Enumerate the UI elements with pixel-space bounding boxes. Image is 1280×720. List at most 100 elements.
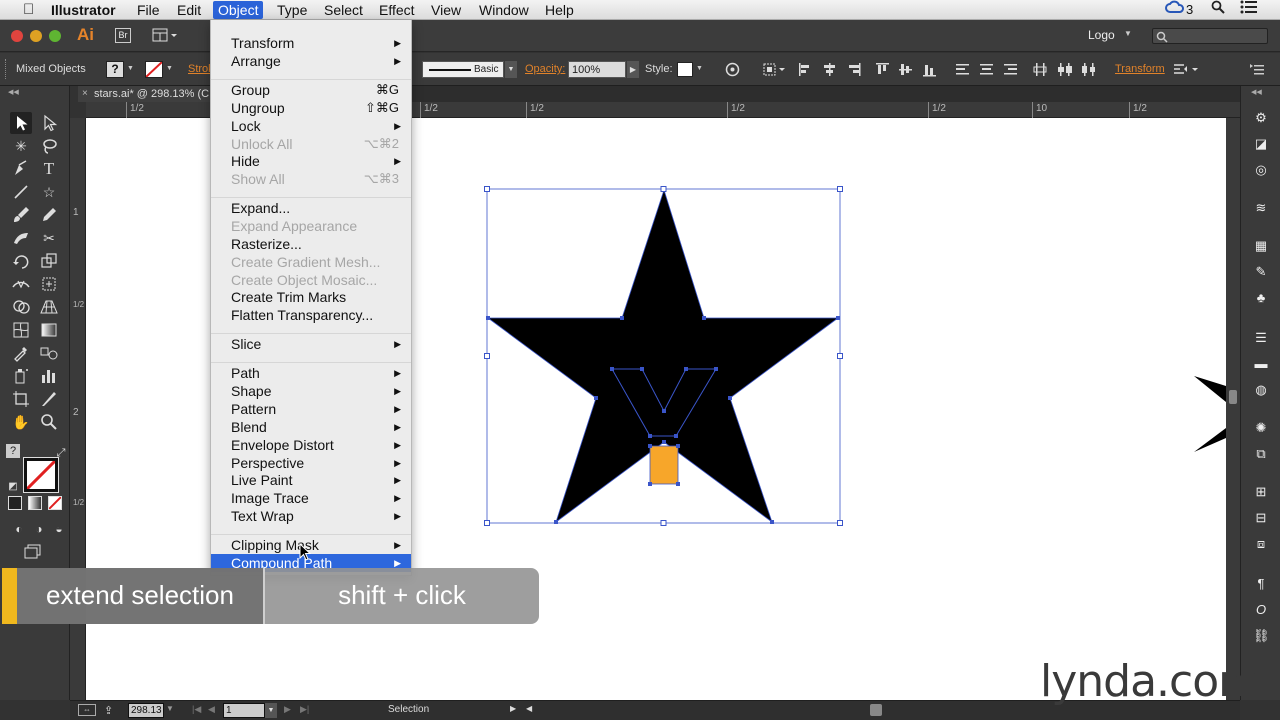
menu-item-arrange[interactable]: Arrange ▶ (211, 52, 411, 70)
draw-inside-icon[interactable]: ◒ (48, 518, 70, 540)
recolor-artwork-icon[interactable] (725, 62, 740, 80)
document-tab[interactable]: × stars.ai* @ 298.13% (CMYK/Preview) (78, 86, 218, 102)
zoom-window-button[interactable] (49, 30, 61, 42)
opacity-field[interactable] (568, 61, 626, 78)
star-tool[interactable]: ☆ (38, 181, 60, 203)
menu-item-flatten-transparency[interactable]: Flatten Transparency... (211, 306, 411, 324)
collapse-toolbox-icon[interactable]: ◀◀ (8, 88, 19, 96)
graphic-styles-panel-icon[interactable]: ◪ (1253, 136, 1269, 152)
menu-item-image-trace[interactable]: Image Trace ▶ (211, 489, 411, 507)
gradient-tool[interactable] (38, 319, 60, 341)
width-tool[interactable] (10, 273, 32, 295)
workspace-switcher[interactable]: Logo (1088, 28, 1115, 42)
color-panel-icon[interactable]: ✺ (1253, 420, 1269, 436)
paragraph-panel-icon[interactable]: ¶ (1253, 576, 1269, 592)
style-dropdown-icon[interactable]: ▼ (696, 65, 703, 72)
align-group-icons[interactable] (798, 62, 1138, 80)
menu-item-rasterize[interactable]: Rasterize... (211, 235, 411, 253)
line-segment-tool[interactable] (10, 181, 32, 203)
stroke-dropdown-icon[interactable]: ▼ (166, 65, 173, 72)
menu-edit[interactable]: Edit (172, 1, 206, 19)
menu-object[interactable]: Object (213, 1, 264, 19)
menu-item-envelope-distort[interactable]: Envelope Distort ▶ (211, 436, 411, 454)
color-guide-panel-icon[interactable]: ◎ (1253, 162, 1269, 178)
close-window-button[interactable] (11, 30, 23, 42)
hand-tool[interactable]: ✋ (10, 411, 32, 433)
menu-item-ungroup[interactable]: Ungroup ⇧⌘G (211, 99, 411, 117)
stroke-panel-link[interactable]: Stroke (188, 53, 210, 86)
zoom-dropdown-icon[interactable]: ▼ (166, 704, 174, 713)
menu-item-slice[interactable]: Slice ▶ (211, 335, 411, 353)
scissors-tool[interactable]: ✂ (38, 227, 60, 249)
fill-color-swatch[interactable]: ? (106, 61, 124, 78)
default-fill-stroke-icon[interactable]: ◩ (2, 476, 24, 498)
stroke-panel-icon[interactable]: ☰ (1253, 330, 1269, 346)
last-artboard-button[interactable]: ▶| (300, 704, 309, 715)
fill-swatch-unknown[interactable]: ? (6, 444, 20, 458)
isolate-selection-icon[interactable] (1172, 62, 1198, 80)
horizontal-scroll-thumb[interactable] (870, 704, 882, 716)
opentype-panel-icon[interactable]: O (1253, 602, 1269, 618)
menu-item-blend[interactable]: Blend ▶ (211, 418, 411, 436)
creative-cloud-icon[interactable] (1165, 0, 1185, 20)
share-icon[interactable]: ⇪ (104, 704, 113, 717)
menu-item-group[interactable]: Group ⌘G (211, 81, 411, 99)
paintbrush-tool[interactable] (10, 204, 32, 226)
symbols-panel-icon[interactable]: ♣ (1253, 290, 1269, 306)
menu-item-create-trim-marks[interactable]: Create Trim Marks (211, 288, 411, 306)
symbol-sprayer-tool[interactable] (10, 365, 32, 387)
swatches-panel-icon[interactable]: ▦ (1253, 238, 1269, 254)
doc-info-icon[interactable]: ⇔ (78, 704, 96, 716)
menu-select[interactable]: Select (319, 1, 368, 19)
blob-brush-tool[interactable] (10, 227, 32, 249)
opacity-slider-arrow[interactable]: ▶ (627, 61, 639, 78)
align-panel-icon[interactable]: ⊟ (1253, 510, 1269, 526)
draw-behind-icon[interactable]: ◑ (28, 518, 50, 540)
artboard-tool[interactable] (10, 388, 32, 410)
stroke-profile-select[interactable]: Basic (422, 61, 504, 78)
scroll-thumb[interactable] (1229, 390, 1237, 404)
notification-list-icon[interactable] (1240, 0, 1258, 20)
graphic-style-swatch[interactable] (677, 62, 693, 77)
transparency-panel-icon[interactable]: ◍ (1253, 382, 1269, 398)
close-tab-icon[interactable]: × (82, 86, 88, 102)
previous-artboard-button[interactable]: ◀ (208, 704, 215, 715)
screen-mode-icon[interactable] (22, 540, 44, 562)
next-artboard-button[interactable]: ▶ (284, 704, 291, 715)
expand-panels-icon[interactable]: ◀◀ (1251, 88, 1262, 96)
rotate-tool[interactable] (10, 250, 32, 272)
bridge-button[interactable]: Br (115, 28, 131, 43)
transform-panel-icon[interactable]: ⊞ (1253, 484, 1269, 500)
menu-type[interactable]: Type (272, 1, 312, 19)
none-mode-button[interactable] (48, 496, 62, 510)
menu-item-transform[interactable]: Transform ▶ (211, 34, 411, 52)
opacity-panel-link[interactable]: Opacity: (525, 53, 565, 86)
direct-selection-tool[interactable] (38, 112, 60, 134)
shape-builder-tool[interactable] (10, 296, 32, 318)
draw-normal-icon[interactable]: ◐ (8, 518, 30, 540)
appearance-panel-icon[interactable]: ⚙ (1253, 110, 1269, 126)
menu-item-shape[interactable]: Shape ▶ (211, 382, 411, 400)
export-panel-icon[interactable]: ⧉ (1253, 446, 1269, 462)
brushes-panel-icon[interactable]: ✎ (1253, 264, 1269, 280)
artboard-number-input[interactable] (223, 703, 265, 718)
minimize-window-button[interactable] (30, 30, 42, 42)
slice-tool[interactable] (38, 388, 60, 410)
arrange-documents-icon[interactable] (152, 28, 178, 43)
zoom-level-input[interactable] (128, 703, 164, 718)
help-search-input[interactable] (1152, 28, 1268, 44)
scale-tool[interactable] (38, 250, 60, 272)
color-mode-button[interactable] (8, 496, 22, 510)
spotlight-search-icon[interactable] (1211, 0, 1225, 20)
menu-effect[interactable]: Effect (374, 1, 420, 19)
menu-help[interactable]: Help (540, 1, 579, 19)
artboard-dropdown[interactable]: ▼ (265, 703, 277, 718)
menu-item-perspective[interactable]: Perspective ▶ (211, 454, 411, 472)
fill-dropdown-icon[interactable]: ▼ (127, 65, 134, 72)
stroke-color-swatch[interactable] (145, 61, 163, 78)
menu-item-hide[interactable]: Hide ▶ (211, 152, 411, 170)
menu-app-illustrator[interactable]: Illustrator (46, 1, 121, 19)
blend-tool[interactable] (38, 342, 60, 364)
pathfinder-panel-icon[interactable]: ⧈ (1253, 536, 1269, 552)
status-menu-arrow[interactable]: ▶ (510, 704, 516, 713)
